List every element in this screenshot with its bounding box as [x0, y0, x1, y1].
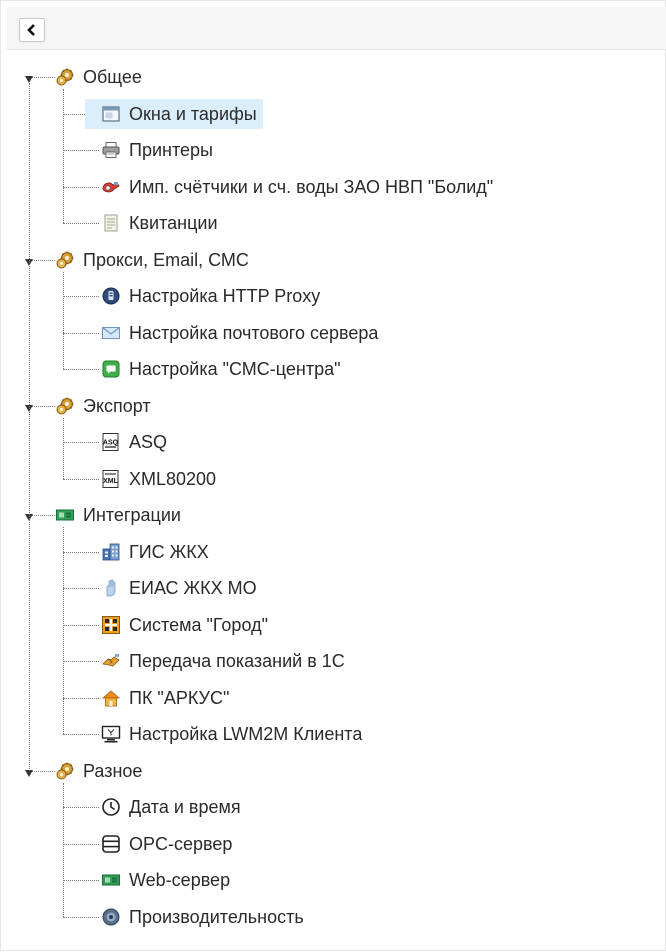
- buildings-icon: [101, 542, 121, 562]
- tree-item[interactable]: Принтеры: [85, 135, 217, 165]
- mail-icon: [101, 323, 121, 343]
- tree-item[interactable]: Настройка HTTP Proxy: [85, 281, 324, 311]
- tree-item-label: Система "Город": [129, 614, 268, 635]
- city-grid-icon: [101, 615, 121, 635]
- home-icon: [101, 688, 121, 708]
- gears-icon: [55, 396, 75, 416]
- tree-item-label: ASQ: [129, 432, 168, 452]
- tree-item[interactable]: ЕИАС ЖКХ МО: [85, 573, 261, 603]
- settings-panel: Общее Окна и тарифы Принтеры Имп. счётчики …: [0, 0, 666, 951]
- tree-item[interactable]: XML XML80200: [85, 464, 220, 494]
- tree-group-1[interactable]: Прокси, Email, СМС: [55, 245, 249, 275]
- handshake-icon: [101, 651, 121, 671]
- tree-item[interactable]: OPC-сервер: [85, 829, 236, 859]
- clock-icon: [101, 797, 121, 817]
- tree-item[interactable]: Передача показаний в 1С: [85, 646, 349, 676]
- tree-item-label: Окна и тарифы: [129, 103, 257, 124]
- tree-group-2[interactable]: Экспорт: [55, 391, 151, 421]
- tree-item-label: ГИС ЖКХ: [129, 541, 209, 562]
- tree-item[interactable]: Производительность: [85, 902, 308, 932]
- tree-item-label: Настройка LWM2M Клиента: [129, 724, 363, 744]
- tree-item[interactable]: Настройка почтового сервера: [85, 318, 382, 348]
- tree-item[interactable]: ГИС ЖКХ: [85, 537, 213, 567]
- performance-icon: [101, 907, 121, 927]
- settings-tree: Общее Окна и тарифы Принтеры Имп. счётчики …: [1, 1, 666, 952]
- tree-item-label: OPC-сервер: [129, 833, 233, 854]
- tree-group-label: Экспорт: [83, 395, 151, 416]
- tree-group-label: Прокси, Email, СМС: [83, 249, 249, 270]
- tree-branch-line: [63, 417, 64, 479]
- gears-icon: [55, 67, 75, 87]
- tree-item-label: Передача показаний в 1С: [129, 651, 345, 671]
- tree-branch-line: [63, 527, 64, 734]
- proxy-icon: [101, 286, 121, 306]
- tree-item-label: Принтеры: [129, 140, 213, 160]
- tree-group-label: Разное: [83, 760, 143, 781]
- tree-item[interactable]: Имп. счётчики и сч. воды ЗАО НВП "Болид": [85, 172, 497, 202]
- tree-connector: [32, 515, 55, 516]
- meter-icon: [101, 177, 121, 197]
- tree-item-label: XML80200: [129, 468, 217, 489]
- tree-item[interactable]: Web-сервер: [85, 865, 234, 895]
- tree-branch-line: [63, 89, 64, 223]
- tree-item-label: Квитанции: [129, 213, 218, 233]
- monitor-icon: [101, 724, 121, 744]
- tree-group-0[interactable]: Общее: [55, 62, 142, 92]
- tree-item-label: Настройка HTTP Proxy: [129, 286, 321, 306]
- gears-icon: [55, 761, 75, 781]
- tree-branch-line: [63, 271, 64, 369]
- tree-trunk-line: [29, 83, 30, 771]
- server-icon: [101, 834, 121, 854]
- window-icon: [101, 104, 121, 124]
- tree-item[interactable]: Система "Город": [85, 610, 272, 640]
- tree-item-label: Web-сервер: [129, 870, 231, 890]
- tree-connector: [32, 259, 55, 261]
- tree-group-label: Интеграции: [83, 505, 181, 525]
- tree-item-label: Дата и время: [129, 797, 241, 817]
- tree-item[interactable]: Настройка "СМС-центра": [85, 354, 345, 384]
- hand-icon: [101, 578, 121, 598]
- printer-icon: [101, 140, 121, 160]
- gears-icon: [55, 250, 75, 270]
- tree-item-label: Производительность: [129, 906, 304, 927]
- tree-group-label: Общее: [83, 67, 142, 87]
- tree-item-label: Настройка почтового сервера: [129, 322, 379, 343]
- tree-item-label: ЕИАС ЖКХ МО: [129, 578, 257, 598]
- tree-connector: [32, 770, 55, 772]
- tree-connector: [32, 405, 55, 407]
- xml-file-icon: XML: [101, 469, 121, 489]
- tree-connector: [32, 77, 55, 78]
- tree-item[interactable]: Окна и тарифы: [85, 98, 263, 129]
- tree-item[interactable]: Дата и время: [85, 792, 245, 822]
- integration-board-icon: [55, 505, 75, 525]
- tree-group-4[interactable]: Разное: [55, 756, 142, 786]
- tree-group-3[interactable]: Интеграции: [55, 500, 181, 530]
- svg-text:XML: XML: [103, 478, 119, 485]
- tree-item[interactable]: Настройка LWM2M Клиента: [85, 719, 366, 749]
- asq-file-icon: ASQ: [101, 432, 121, 452]
- tree-item-label: ПК "АРКУС": [129, 687, 230, 708]
- svg-text:ASQ: ASQ: [103, 440, 119, 447]
- web-board-icon: [101, 870, 121, 890]
- tree-item[interactable]: ASQ ASQ: [85, 427, 171, 457]
- sms-icon: [101, 359, 121, 379]
- tree-item[interactable]: Квитанции: [85, 208, 222, 238]
- tree-branch-line: [63, 782, 64, 917]
- tree-item-label: Настройка "СМС-центра": [129, 359, 341, 379]
- tree-item[interactable]: ПК "АРКУС": [85, 683, 233, 713]
- receipt-icon: [101, 213, 121, 233]
- tree-item-label: Имп. счётчики и сч. воды ЗАО НВП "Болид": [129, 176, 494, 197]
